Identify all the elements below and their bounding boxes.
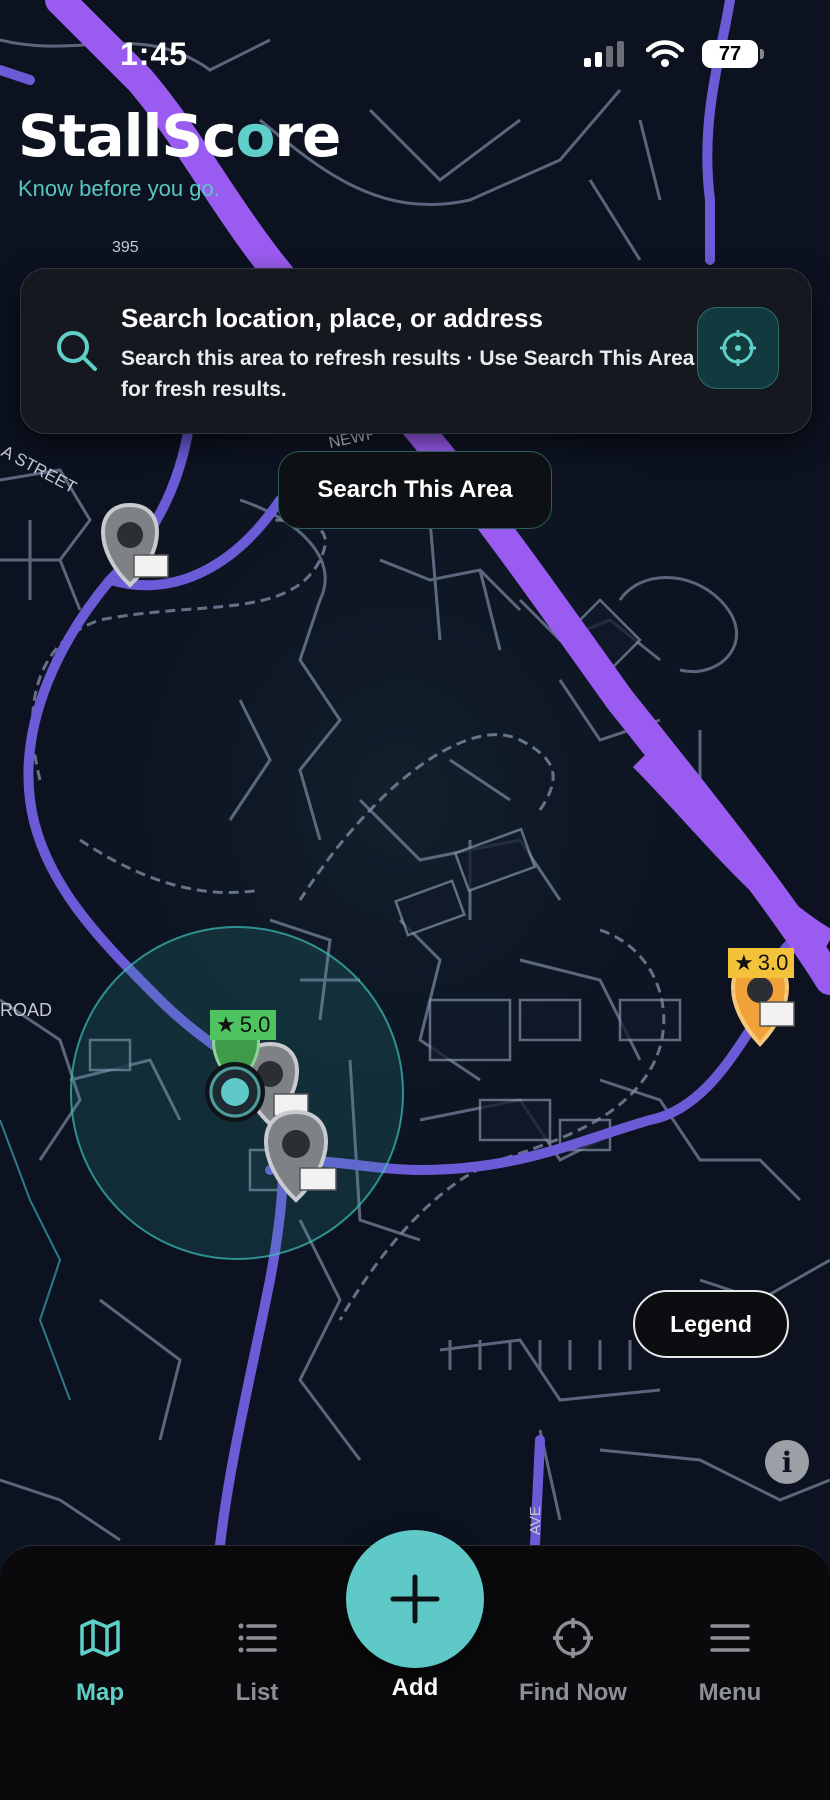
search-input[interactable]: Search location, place, or address [121, 303, 543, 334]
tab-label: Add [391, 1674, 439, 1701]
logo-text: StallSc [18, 102, 237, 170]
search-this-area-button[interactable]: Search This Area [278, 451, 552, 529]
tab-label: Find Now [519, 1679, 627, 1706]
add-button[interactable] [346, 1530, 484, 1668]
tagline: Know before you go. [18, 176, 220, 201]
locate-me-button[interactable] [697, 307, 779, 389]
star-icon: ★ [216, 1012, 236, 1037]
map-icon [80, 1619, 120, 1657]
tab-list[interactable]: List [187, 1616, 327, 1707]
status-time: 1:45 [120, 36, 189, 72]
status-icons: 77 [584, 40, 764, 68]
user-location-marker [205, 1062, 265, 1122]
rating-value: 3.0 [757, 950, 789, 975]
rating-value: 5.0 [239, 1012, 271, 1037]
search-card[interactable]: Search location, place, or address Searc… [20, 268, 812, 434]
list-icon [238, 1623, 277, 1653]
hamburger-menu-icon [710, 1624, 750, 1652]
road-label-ave: AVE [527, 1506, 544, 1535]
tab-label: Menu [698, 1679, 762, 1706]
crosshair-icon [553, 1618, 593, 1658]
tab-find-now[interactable]: Find Now [503, 1616, 643, 1707]
tab-menu[interactable]: Menu [660, 1616, 800, 1707]
logo-accent: o [235, 102, 276, 170]
brand-header: StallScore Know before you go. [18, 102, 341, 202]
cellular-signal-icon [584, 41, 624, 67]
rating-badge[interactable]: ★ 3.0 [728, 948, 795, 978]
tab-label: Map [76, 1679, 124, 1706]
search-icon [57, 331, 97, 371]
app-logo: StallScore [18, 102, 341, 170]
info-icon[interactable]: i [765, 1440, 809, 1484]
status-bar: 1:45 77 [0, 0, 830, 110]
star-icon: ★ [734, 950, 754, 975]
search-hint: Search this area to refresh results · Us… [121, 347, 695, 401]
wifi-icon [646, 40, 684, 67]
tab-label: List [235, 1679, 279, 1706]
logo-text-end: re [274, 102, 341, 170]
crosshair-icon [720, 330, 756, 366]
app-screen: 395 A STREET ROAD NEWP AVE ★ 5.0 ★ 3.0 1… [0, 0, 830, 1800]
tab-map[interactable]: Map [30, 1616, 170, 1707]
plus-icon [390, 1574, 440, 1624]
battery-icon: 77 [702, 40, 764, 68]
legend-button[interactable]: Legend [633, 1290, 789, 1358]
road-label-395: 395 [112, 239, 139, 256]
rating-badge[interactable]: ★ 5.0 [210, 1010, 277, 1040]
road-label-road: ROAD [0, 1000, 52, 1020]
